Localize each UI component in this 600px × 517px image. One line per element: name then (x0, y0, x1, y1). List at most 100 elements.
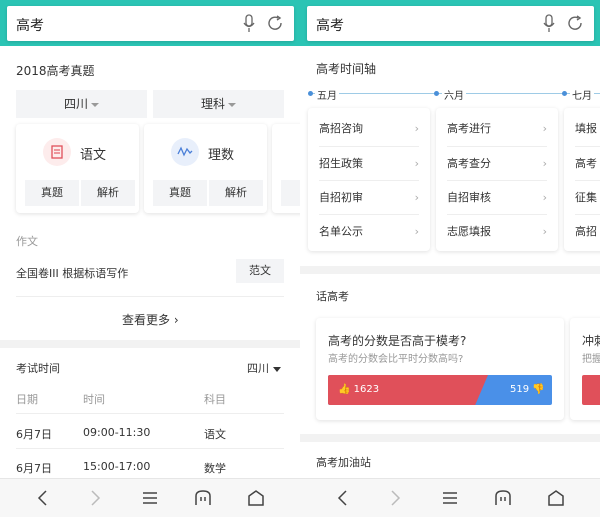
timeline-item-label: 征集 (575, 191, 597, 204)
search-query[interactable]: 高考 (16, 15, 44, 35)
month-label: 七月 (570, 87, 594, 102)
divider (16, 296, 284, 297)
timeline-item[interactable]: 志愿填报 › (447, 214, 547, 248)
fanwen-button[interactable]: 范文 (236, 259, 284, 283)
track-select[interactable]: 理科 (153, 90, 284, 118)
timeline-item[interactable]: 高招咨询 › (319, 112, 419, 146)
right-screen: 高考 高考时间轴 五月 六月 七月 高招咨询 › 招生政策 › 自招初审 › 名单公示… (300, 0, 600, 517)
timeline-item[interactable]: 自招审核 › (447, 180, 547, 214)
exam-province-select[interactable]: 四川 (247, 360, 281, 376)
table-header-subject: 科目 (204, 393, 226, 406)
back-icon[interactable] (33, 488, 53, 508)
timeline-item[interactable]: 自招初审 › (319, 180, 419, 214)
table-cell: 6月7日 (16, 462, 52, 475)
zhenti-button[interactable]: 真 (281, 180, 300, 206)
vote-yes-count: 1623 (353, 384, 380, 395)
chevron-right-icon: › (414, 157, 419, 170)
vote-bar (582, 375, 600, 405)
zhenti-button[interactable]: 真题 (153, 180, 207, 206)
timeline-item-label: 招生政策 (319, 157, 363, 170)
forward-icon[interactable] (385, 488, 405, 508)
table-cell: 09:00-11:30 (83, 426, 151, 439)
view-more-label: 查看更多 (122, 313, 171, 327)
table-header-date: 日期 (16, 393, 38, 406)
timeline-item-label: 高招咨询 (319, 122, 363, 135)
jiexi-button[interactable]: 解析 (81, 180, 135, 206)
timeline-item[interactable]: 高招 (575, 214, 600, 248)
zhenti-button[interactable]: 真题 (25, 180, 79, 206)
subject-card-yuwen[interactable]: 语文 真题 解析 (16, 124, 139, 213)
home-icon[interactable] (246, 488, 266, 508)
vote-yes-button[interactable]: 👍 1623 (338, 384, 379, 395)
timeline-item[interactable]: 填报 (575, 112, 600, 146)
timeline-item-label: 自招审核 (447, 191, 491, 204)
topic-subtitle: 高考的分数会比平时分数高吗? (328, 354, 464, 365)
menu-icon[interactable] (140, 488, 160, 508)
tabs-icon[interactable] (193, 488, 213, 508)
timeline-item-label: 高考查分 (447, 157, 491, 170)
topic-card-next[interactable]: 冲刺 把握 (570, 318, 600, 420)
tabs-icon[interactable] (493, 488, 513, 508)
chevron-right-icon: › (414, 225, 419, 238)
vote-no-count: 519 (510, 384, 530, 395)
timeline-dot (434, 91, 439, 96)
topic-question: 高考的分数是否高于模考? (328, 334, 467, 348)
chevron-right-icon: › (542, 225, 547, 238)
timeline-item-label: 名单公示 (319, 225, 363, 238)
timeline-dot (562, 91, 567, 96)
section-gap (300, 266, 600, 274)
subject-card-partial[interactable]: 真 (272, 124, 300, 213)
topic-card[interactable]: 高考的分数是否高于模考? 高考的分数会比平时分数高吗? 👍 1623 519 👎 (316, 318, 564, 420)
timeline-item-label: 高考进行 (447, 122, 491, 135)
timeline-item[interactable]: 高考 (575, 146, 600, 180)
essay-title: 作文 (16, 235, 38, 248)
month-label: 六月 (442, 87, 466, 102)
track-value: 理科 (200, 97, 225, 111)
bottom-nav (300, 478, 600, 517)
refresh-icon[interactable] (566, 14, 584, 32)
jiexi-button[interactable]: 解析 (209, 180, 263, 206)
timeline-item-label: 志愿填报 (447, 225, 491, 238)
subject-card-lishu[interactable]: 理数 真题 解析 (144, 124, 267, 213)
search-query[interactable]: 高考 (316, 15, 344, 35)
timeline-card-may: 高招咨询 › 招生政策 › 自招初审 › 名单公示 › (308, 108, 430, 251)
document-icon (43, 138, 71, 166)
timeline-dot (308, 91, 313, 96)
subject-name: 语文 (80, 148, 107, 163)
dropdown-icon (228, 102, 236, 107)
view-more-link[interactable]: 查看更多 › (122, 311, 179, 328)
timeline-item[interactable]: 名单公示 › (319, 214, 419, 248)
chevron-right-icon: › (414, 191, 419, 204)
menu-icon[interactable] (440, 488, 460, 508)
section-gap (0, 340, 300, 348)
table-cell: 6月7日 (16, 428, 52, 441)
timeline-item[interactable]: 高考查分 › (447, 146, 547, 180)
microphone-icon[interactable] (242, 14, 256, 34)
left-screen: 高考 2018高考真题 四川 理科 语文 真题 解析 理数 真题 解析 真 作文… (0, 0, 300, 517)
province-select[interactable]: 四川 (16, 90, 147, 118)
timeline-item-label: 自招初审 (319, 191, 363, 204)
topic-next-title: 冲刺 (582, 334, 600, 348)
chevron-right-icon: › (542, 157, 547, 170)
timeline-item[interactable]: 高考进行 › (447, 112, 547, 146)
timeline-item-label: 高考 (575, 157, 597, 170)
dropdown-icon (272, 366, 281, 372)
forward-icon[interactable] (85, 488, 105, 508)
divider (16, 448, 284, 449)
back-icon[interactable] (333, 488, 353, 508)
month-label: 五月 (315, 87, 339, 102)
chevron-right-icon: › (542, 122, 547, 135)
timeline-item[interactable]: 征集 (575, 180, 600, 214)
home-icon[interactable] (546, 488, 566, 508)
topic-title: 话高考 (316, 290, 349, 303)
refresh-icon[interactable] (266, 14, 284, 32)
timeline-card-june: 高考进行 › 高考查分 › 自招审核 › 志愿填报 › (436, 108, 558, 251)
search-box[interactable]: 高考 (307, 6, 594, 41)
timeline-card-july: 填报 高考 征集 高招 (564, 108, 600, 251)
microphone-icon[interactable] (542, 14, 556, 34)
search-box[interactable]: 高考 (7, 6, 294, 41)
timeline-item[interactable]: 招生政策 › (319, 146, 419, 180)
essay-item[interactable]: 全国卷III 根据标语写作 (16, 265, 128, 281)
section-gap (300, 434, 600, 442)
vote-no-button[interactable]: 519 👎 (510, 384, 545, 395)
